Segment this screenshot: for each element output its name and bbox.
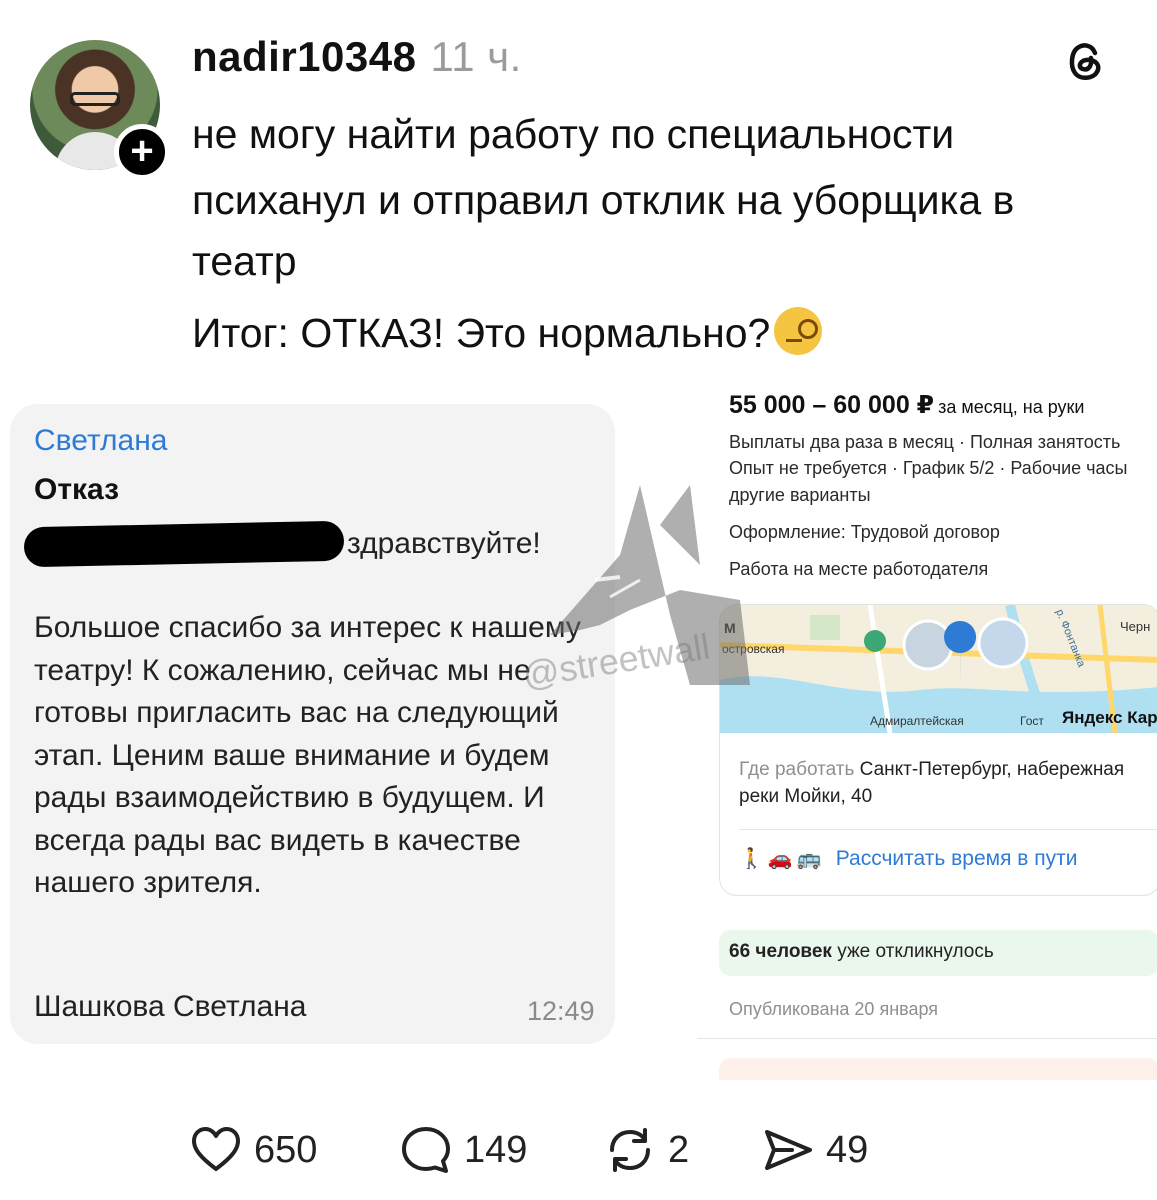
map[interactable]: M островская Адмиралтейская Гост Яндекс … (720, 605, 1157, 733)
transport-icons: 🚶🚗🚌 (739, 848, 826, 870)
responses-count: 66 человек (729, 941, 832, 962)
follow-plus-icon[interactable]: + (114, 124, 170, 180)
divider (739, 829, 1157, 830)
workplace-address: Где работать Санкт-Петербург, набережная… (739, 756, 1157, 810)
vacancy-salary: 55 000 – 60 000 ₽ за месяц, на руки (729, 390, 1084, 420)
vacancy-contract: Оформление: Трудовой договор (729, 522, 1000, 542)
repost-button[interactable]: 2 (604, 1122, 689, 1178)
post-time: 11 ч. (430, 33, 522, 80)
route-link[interactable]: Рассчитать время в пути (836, 847, 1078, 870)
share-count: 49 (826, 1128, 869, 1171)
salary-note: за месяц, на руки (938, 397, 1085, 417)
repost-count: 2 (668, 1128, 690, 1171)
divider (697, 1038, 1157, 1039)
map-museum-icon (864, 630, 886, 652)
map-label-chern: Черн (1120, 619, 1150, 634)
share-button[interactable]: 49 (762, 1122, 868, 1178)
map-photo-pin-1 (902, 619, 954, 671)
post-text: не могу найти работу по специальности пс… (192, 100, 1142, 368)
responses-suffix: уже откликнулось (837, 941, 994, 962)
message-time: 12:49 (527, 996, 595, 1026)
username[interactable]: nadir10348 (192, 33, 416, 80)
comment-button[interactable]: 149 (400, 1122, 527, 1178)
vacancy-condition-1: Выплаты два раза в месяц · Полная занято… (729, 432, 1121, 452)
repost-icon (610, 1128, 650, 1172)
monocle-face-emoji-icon (774, 306, 823, 355)
map-photo-pin-2 (977, 617, 1029, 669)
threads-logo-icon[interactable] (1060, 36, 1110, 86)
post-author[interactable]: nadir10348 11 ч. (192, 33, 522, 81)
like-button[interactable]: 650 (190, 1122, 317, 1178)
vacancy-condition-2: Опыт не требуется · График 5/2 · Рабочие… (729, 458, 1128, 478)
workplace-label: Где работать (739, 759, 855, 780)
message-subject: Отказ (34, 473, 120, 506)
responses-text: 66 человек уже откликнулось (729, 941, 994, 963)
like-count: 650 (254, 1128, 318, 1171)
avatar-glasses (70, 92, 120, 106)
next-card-edge (719, 1058, 1157, 1080)
salary-range: 55 000 – 60 000 ₽ (729, 391, 935, 419)
message-body: Большое спасибо за интерес к нашему теат… (34, 611, 581, 899)
comment-icon (402, 1127, 450, 1173)
send-icon (765, 1130, 812, 1170)
message-greeting: здравствуйте! (347, 527, 541, 560)
route-row[interactable]: 🚶🚗🚌 Рассчитать время в пути (739, 846, 1078, 871)
post-line-3-wrap: Итог: ОТКАЗ! Это нормально? (192, 299, 1142, 369)
vacancy-location-type: Работа на месте работодателя (729, 559, 989, 579)
message-signature: Шашкова Светлана (34, 990, 307, 1023)
map-label-bottom: Адмиралтейская (870, 714, 964, 728)
heart-icon (192, 1127, 240, 1171)
post-line-3: Итог: ОТКАЗ! Это нормально? (192, 309, 771, 356)
post-line-1: не могу найти работу по специальности (192, 111, 955, 157)
redaction-mark (23, 520, 345, 568)
map-yandex-label: Яндекс Кар (1062, 708, 1157, 727)
message-sender: Светлана (34, 424, 168, 457)
post-line-2: психанул и отправил отклик на уборщика в… (192, 176, 1015, 285)
map-label-gost: Гост (1020, 714, 1044, 728)
comment-count: 149 (464, 1128, 528, 1171)
published-date: Опубликована 20 января (729, 999, 939, 1019)
